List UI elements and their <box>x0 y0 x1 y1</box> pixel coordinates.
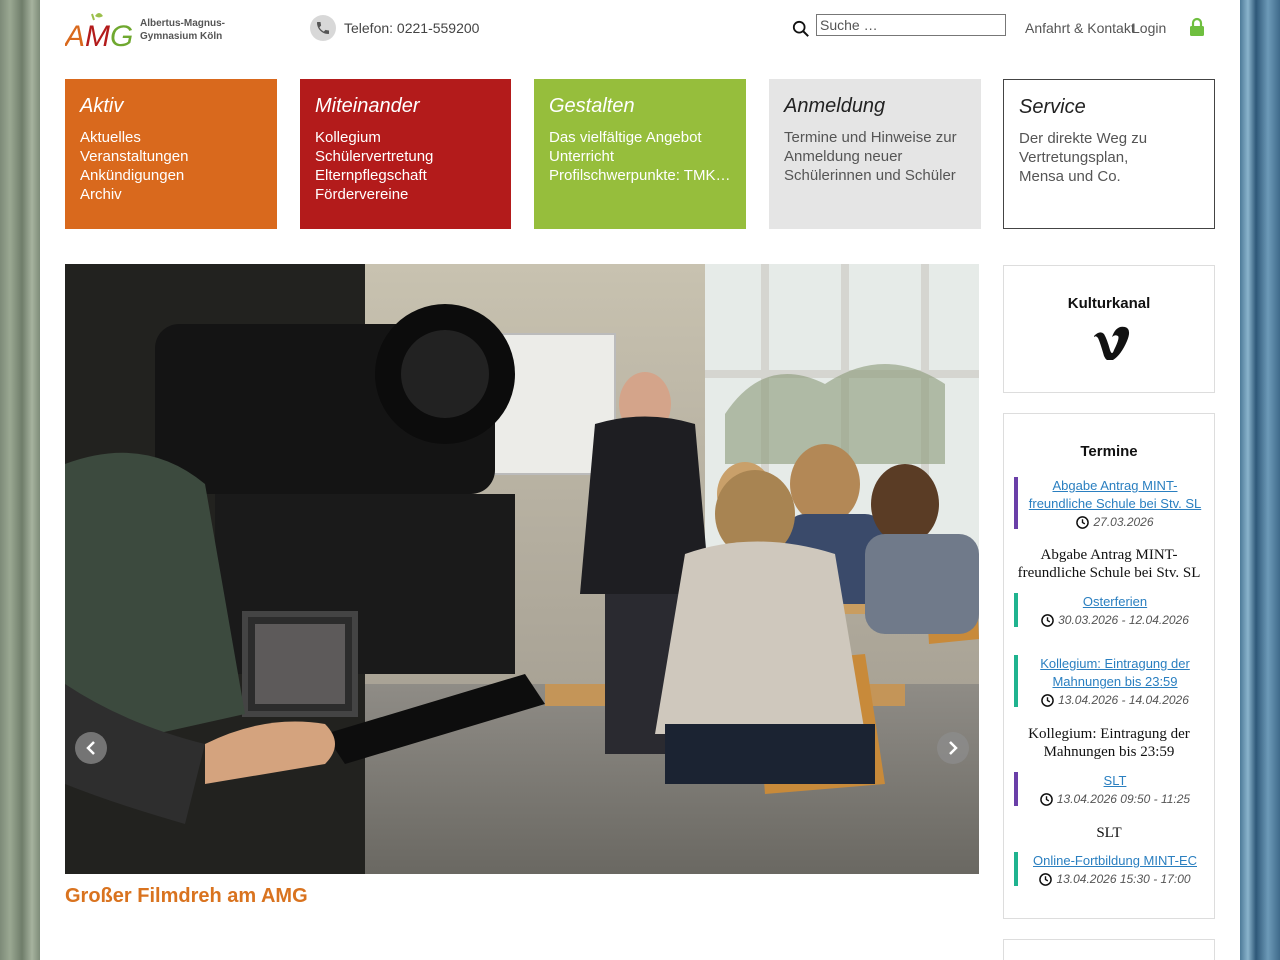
logo-line-1: Albertus-Magnus- <box>140 18 225 29</box>
tile-miteinander[interactable]: Miteinander Kollegium Schülervertretung … <box>300 79 511 229</box>
tile-link-profilschwerpunkte[interactable]: Profilschwerpunkte: TMK ... <box>549 166 731 185</box>
tile-text-line: Mensa und Co. <box>1019 168 1121 185</box>
tile-title: Gestalten <box>549 95 635 117</box>
lock-icon[interactable] <box>1189 17 1205 37</box>
tile-title: Aktiv <box>80 95 124 117</box>
phone-icon <box>310 15 336 41</box>
event-link[interactable]: Abgabe Antrag MINT-freundliche Schule be… <box>1026 477 1204 513</box>
event-item: Kollegium: Eintragung der Mahnungen bis … <box>1014 655 1204 707</box>
page: AMG Albertus-Magnus- Gymnasium Köln Tele… <box>40 0 1240 960</box>
tile-gestalten[interactable]: Gestalten Das vielfältige Angebot Unterr… <box>534 79 746 229</box>
slide-image[interactable] <box>65 264 979 874</box>
event-description: Abgabe Antrag MINT-freundliche Schule be… <box>1017 547 1201 581</box>
kulturkanal-title: Kulturkanal <box>1067 295 1151 312</box>
event-date: 13.04.2026 15:30 - 17:00 <box>1026 872 1204 886</box>
tile-aktiv[interactable]: Aktiv Aktuelles Veranstaltungen Ankündig… <box>65 79 277 229</box>
logo-letter-a: A <box>65 20 85 50</box>
chevron-left-icon <box>86 741 95 755</box>
tile-text-line: Schülerinnen und Schüler <box>784 167 956 184</box>
event-description: Kollegium: Eintragung der Mahnungen bis … <box>1028 726 1190 760</box>
clock-icon <box>1076 515 1090 529</box>
slide-caption[interactable]: Großer Filmdreh am AMG <box>65 885 308 908</box>
tile-text-line: Vertretungsplan, <box>1019 149 1129 166</box>
tile-title: Service <box>1019 96 1086 118</box>
kulturkanal-box: Kulturkanal <box>1003 265 1215 393</box>
amg-logo-icon: AMG <box>65 13 133 50</box>
tile-link-angebot[interactable]: Das vielfältige Angebot <box>549 128 731 147</box>
tile-link-schuelervertretung[interactable]: Schülervertretung <box>315 147 496 166</box>
event-description: SLT <box>1096 825 1122 841</box>
clock-icon <box>1040 792 1053 806</box>
clock-icon <box>1041 613 1054 627</box>
slider-prev-button[interactable] <box>75 732 107 764</box>
search-icon[interactable] <box>792 20 810 38</box>
termine-box: Termine Abgabe Antrag MINT-freundliche S… <box>1003 413 1215 919</box>
image-slider <box>65 264 979 874</box>
tile-link-aktuelles[interactable]: Aktuelles <box>80 128 262 147</box>
logo-text: Albertus-Magnus- Gymnasium Köln <box>140 17 225 43</box>
tile-text-line: Termine und Hinweise zur <box>784 129 957 146</box>
event-link[interactable]: SLT <box>1026 772 1204 790</box>
nav-link-login[interactable]: Login <box>1132 20 1166 36</box>
vimeo-icon[interactable] <box>1092 326 1130 360</box>
tile-service[interactable]: Service Der direkte Weg zu Vertretungspl… <box>1003 79 1215 229</box>
tile-text-line: Anmeldung neuer <box>784 148 903 165</box>
search-input[interactable] <box>816 14 1006 36</box>
logo-line-2: Gymnasium Köln <box>140 31 223 42</box>
tile-anmeldung[interactable]: Anmeldung Termine und Hinweise zur Anmel… <box>769 79 981 229</box>
search-form <box>792 12 1006 38</box>
tile-link-kollegium[interactable]: Kollegium <box>315 128 496 147</box>
event-date-text: 13.04.2026 15:30 - 17:00 <box>1056 872 1191 886</box>
event-date-text: 30.03.2026 - 12.04.2026 <box>1058 613 1189 627</box>
event-item: Abgabe Antrag MINT-freundliche Schule be… <box>1014 477 1204 529</box>
tile-link-foerdervereine[interactable]: Fördervereine <box>315 185 496 204</box>
event-date: 30.03.2026 - 12.04.2026 <box>1026 613 1204 627</box>
phone-contact: Telefon: 0221-559200 <box>310 14 479 42</box>
event-date: 27.03.2026 <box>1026 515 1204 529</box>
tile-title: Miteinander <box>315 95 420 117</box>
tile-link-veranstaltungen[interactable]: Veranstaltungen <box>80 147 262 166</box>
event-link[interactable]: Osterferien <box>1026 593 1204 611</box>
event-link[interactable]: Online-Fortbildung MINT-EC <box>1026 852 1204 870</box>
event-item: Online-Fortbildung MINT-EC 13.04.2026 15… <box>1014 852 1204 886</box>
site-logo[interactable]: AMG Albertus-Magnus- Gymnasium Köln <box>65 6 235 50</box>
nav-link-contact[interactable]: Anfahrt & Kontakt <box>1025 20 1135 36</box>
tile-link-ankuendigungen[interactable]: Ankündigungen <box>80 166 262 185</box>
phone-number: Telefon: 0221-559200 <box>344 20 480 36</box>
slider-next-button[interactable] <box>937 732 969 764</box>
event-link[interactable]: Kollegium: Eintragung der Mahnungen bis … <box>1026 655 1204 691</box>
logo-letter-g: G <box>110 20 133 50</box>
svg-text:AMG: AMG <box>65 20 133 50</box>
tile-link-unterricht[interactable]: Unterricht <box>549 147 731 166</box>
event-item: SLT 13.04.2026 09:50 - 11:25 <box>1014 772 1204 806</box>
clock-icon <box>1041 693 1054 707</box>
event-date-text: 27.03.2026 <box>1093 515 1154 529</box>
clock-icon <box>1039 872 1053 886</box>
logo-letter-m: M <box>85 20 110 50</box>
tile-title: Anmeldung <box>784 95 886 117</box>
event-date: 13.04.2026 - 14.04.2026 <box>1026 693 1204 707</box>
tile-link-elternpflegschaft[interactable]: Elternpflegschaft <box>315 166 496 185</box>
event-date-text: 13.04.2026 09:50 - 11:25 <box>1056 792 1191 806</box>
termine-title: Termine <box>1080 443 1138 460</box>
chevron-right-icon <box>949 741 958 755</box>
tile-text-line: Der direkte Weg zu <box>1019 130 1148 147</box>
event-date: 13.04.2026 09:50 - 11:25 <box>1026 792 1204 806</box>
sidebar-box-next <box>1003 939 1215 960</box>
event-item: Osterferien 30.03.2026 - 12.04.2026 <box>1014 593 1204 627</box>
tile-link-archiv[interactable]: Archiv <box>80 185 262 204</box>
event-date-text: 13.04.2026 - 14.04.2026 <box>1058 693 1189 707</box>
